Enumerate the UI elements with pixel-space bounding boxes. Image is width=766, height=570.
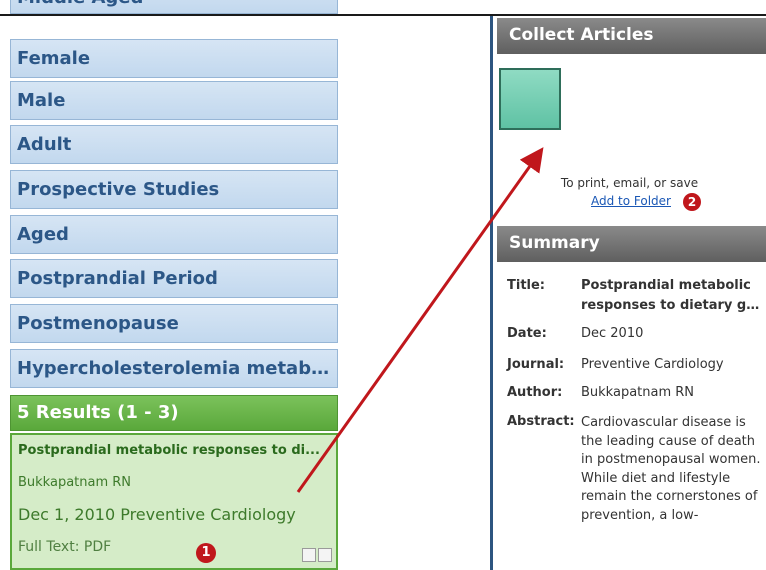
facet-postprandial-period[interactable]: Postprandial Period — [10, 259, 338, 298]
summary-header: Summary — [497, 226, 766, 262]
summary-author-value: Bukkapatnam RN — [581, 385, 695, 400]
facet-female[interactable]: Female — [10, 39, 338, 78]
facet-prospective-studies[interactable]: Prospective Studies — [10, 170, 338, 209]
summary-title-line1: Postprandial metabolic — [581, 278, 751, 293]
facet-column: Middle Aged Female Male Adult Prospectiv… — [10, 0, 340, 570]
facet-aged[interactable]: Aged — [10, 215, 338, 254]
callout-badge-2: 2 — [683, 193, 701, 211]
result-full-text-pdf[interactable]: Full Text: PDF — [18, 539, 111, 555]
result-item[interactable]: Postprandial metabolic responses to di..… — [10, 433, 338, 570]
facet-postmenopause[interactable]: Postmenopause — [10, 304, 338, 343]
summary-title-label: Title: — [507, 278, 546, 293]
result-author: Bukkapatnam RN — [18, 475, 132, 490]
result-title[interactable]: Postprandial metabolic responses to di..… — [18, 443, 330, 458]
right-panel: Collect Articles To print, email, or sav… — [493, 16, 766, 570]
facet-middle-aged[interactable]: Middle Aged — [10, 0, 338, 14]
facet-hypercholesterolemia[interactable]: Hypercholesterolemia metaboli... — [10, 349, 338, 388]
summary-title-value: Postprandial metabolic responses to diet… — [581, 276, 761, 316]
add-to-folder-link[interactable]: Add to Folder — [591, 194, 671, 208]
summary-journal-label: Journal: — [507, 357, 565, 372]
facet-adult[interactable]: Adult — [10, 125, 338, 164]
callout-badge-1: 1 — [196, 543, 216, 563]
square-icon[interactable] — [318, 548, 332, 562]
result-date-source: Dec 1, 2010 Preventive Cardiology — [18, 505, 296, 524]
summary-author-label: Author: — [507, 385, 563, 400]
summary-abstract-value: Cardiovascular disease is the leading ca… — [581, 415, 761, 523]
summary-journal-value: Preventive Cardiology — [581, 357, 724, 372]
results-header: 5 Results (1 - 3) — [10, 395, 338, 431]
collect-instruction: To print, email, or save — [560, 176, 699, 190]
summary-date-label: Date: — [507, 326, 547, 341]
collect-articles-header: Collect Articles — [497, 18, 766, 54]
summary-title-line2: responses to dietary g... — [581, 298, 761, 313]
folder-thumbnail-icon[interactable] — [499, 68, 561, 130]
summary-abstract-label: Abstract: — [507, 414, 575, 429]
square-icon[interactable] — [302, 548, 316, 562]
summary-date-value: Dec 2010 — [581, 326, 644, 341]
facet-male[interactable]: Male — [10, 81, 338, 120]
